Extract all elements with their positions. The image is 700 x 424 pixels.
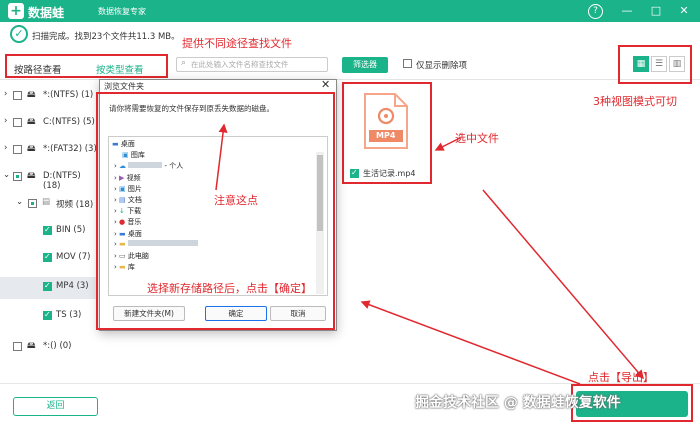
annotation-arrows (215, 123, 644, 385)
